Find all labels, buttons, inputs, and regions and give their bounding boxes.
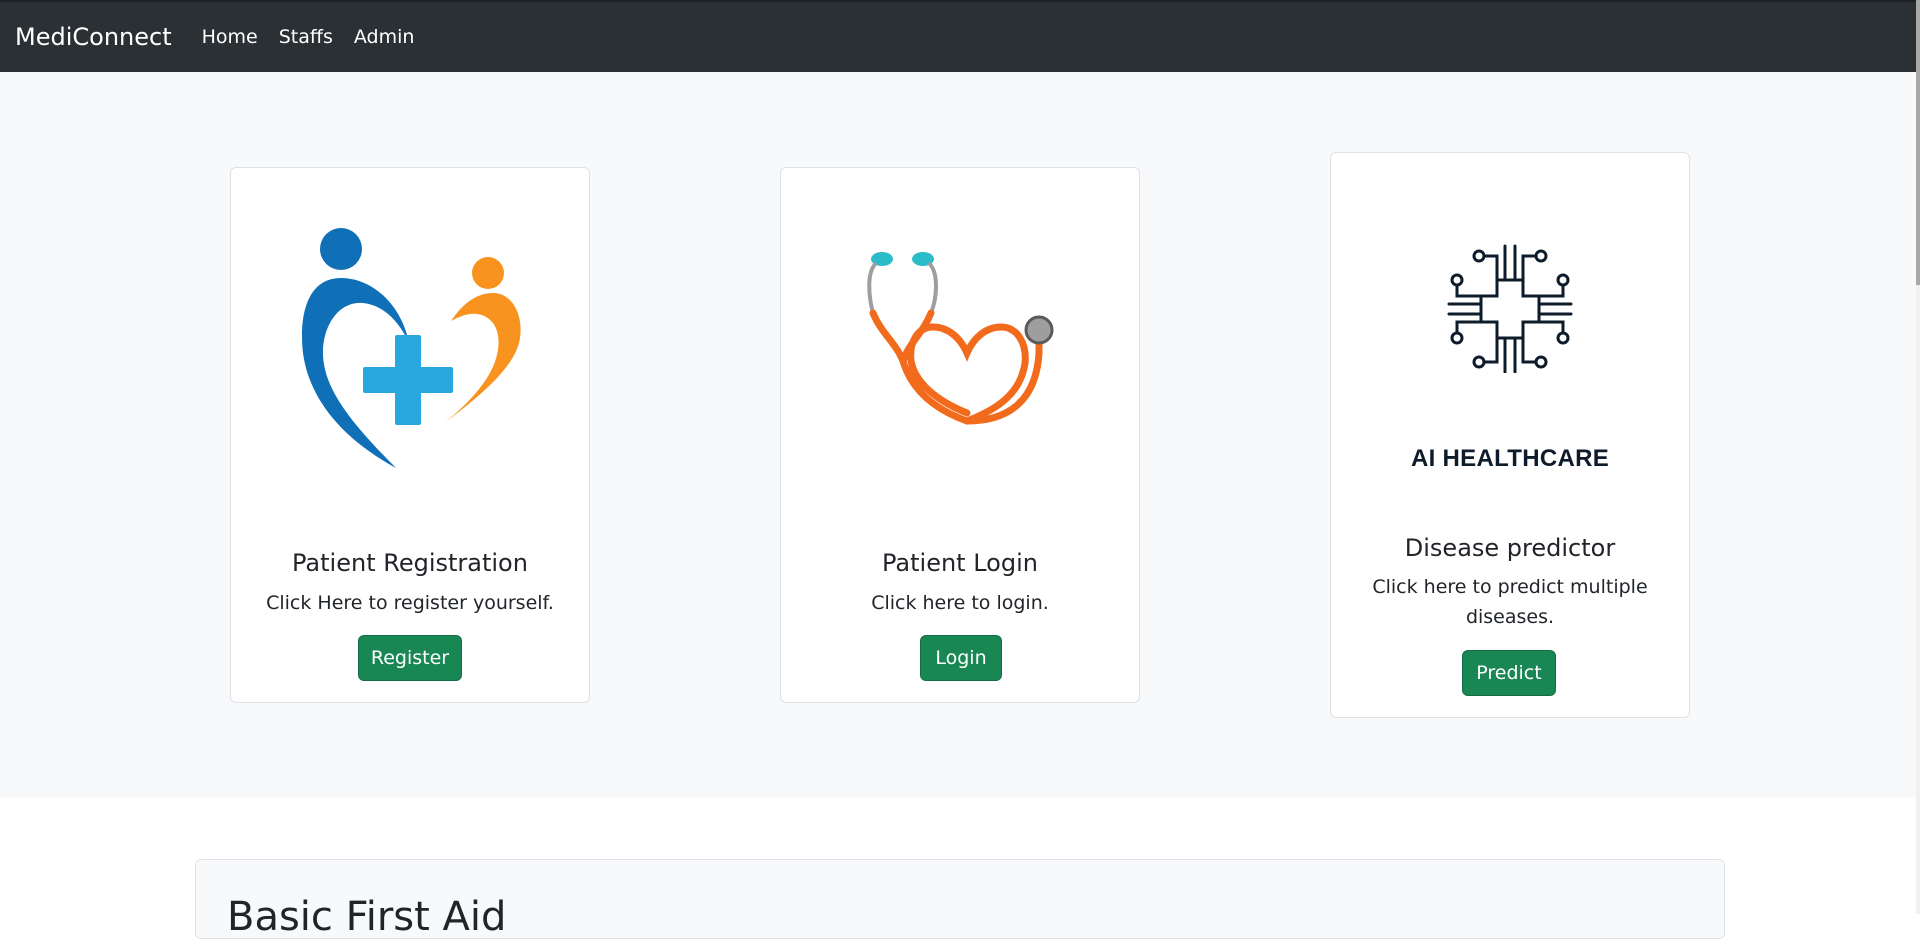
- services-section: Patient Registration Click Here to regis…: [0, 72, 1916, 798]
- card-text: Click here to predict multiple diseases.: [1372, 576, 1648, 628]
- card-title: Disease predictor: [1404, 534, 1616, 562]
- predict-button[interactable]: Predict: [1462, 650, 1556, 696]
- circuit-cross-icon: [1331, 238, 1689, 374]
- first-aid-title: Basic First Aid: [227, 894, 507, 940]
- brand-logo[interactable]: MediConnect: [15, 23, 172, 51]
- nav-link-home[interactable]: Home: [202, 26, 258, 48]
- first-aid-section: Basic First Aid: [195, 859, 1725, 940]
- patient-login-card: Patient Login Click here to login. Login: [780, 167, 1140, 703]
- stethoscope-heart-icon: [781, 243, 1139, 443]
- card-text: Click here to login.: [871, 592, 1049, 614]
- nav-link-admin[interactable]: Admin: [354, 26, 415, 48]
- page-scrollbar[interactable]: [1916, 0, 1920, 914]
- card-text: Click Here to register yourself.: [266, 592, 554, 614]
- card-title: Patient Registration: [292, 549, 528, 577]
- disease-predictor-card: AI HEALTHCARE Disease predictor Click he…: [1330, 152, 1690, 718]
- patient-registration-card: Patient Registration Click Here to regis…: [230, 167, 590, 703]
- scrollbar-thumb[interactable]: [1916, 0, 1920, 285]
- card-title: Patient Login: [882, 549, 1038, 577]
- ai-healthcare-logo-text: AI HEALTHCARE: [1410, 445, 1610, 472]
- register-button[interactable]: Register: [358, 635, 462, 681]
- top-navbar: MediConnect Home Staffs Admin: [0, 0, 1916, 72]
- nav-link-staffs[interactable]: Staffs: [279, 26, 333, 48]
- login-button[interactable]: Login: [920, 635, 1002, 681]
- heart-people-cross-icon: [231, 223, 589, 468]
